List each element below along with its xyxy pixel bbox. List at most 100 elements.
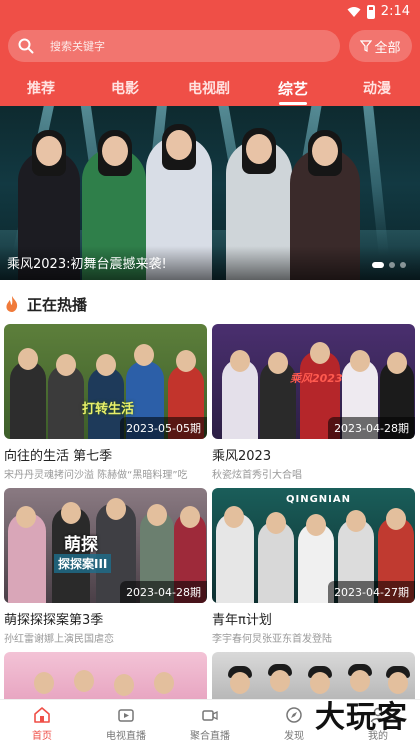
category-tabs: 推荐 电影 电视剧 综艺 动漫	[0, 72, 420, 105]
carousel-dot[interactable]	[400, 262, 406, 268]
app-header: 2:14 搜索关键字 全部 推荐 电影 电视剧 综艺 动漫	[0, 0, 420, 106]
person-face	[266, 512, 286, 534]
carousel-indicator	[372, 262, 406, 268]
nav-aggregate-live-label: 聚合直播	[190, 731, 230, 742]
person-face	[224, 506, 244, 528]
nav-tv-live-label: 电视直播	[106, 731, 146, 742]
show-subtitle: 李宇春何炅张亚东首发登陆	[212, 634, 332, 645]
show-card[interactable]: 打转生活 2023-05-05期 向往的生活 第七季 宋丹丹灵魂拷问沙溢 陈赫做…	[4, 324, 207, 481]
person-face	[18, 348, 38, 370]
show-card[interactable]: 萌探 探探案III 2023-04-28期 萌探探探案第3季 孙红雷谢娜上演民国…	[4, 488, 207, 645]
person-face	[346, 510, 366, 532]
nav-home-label: 首页	[32, 731, 52, 742]
video-icon	[202, 710, 218, 721]
show-logo: QINGNIAN	[286, 494, 351, 505]
person-face	[134, 344, 154, 366]
carousel-dot[interactable]	[389, 262, 395, 268]
person-figure	[10, 361, 46, 439]
performer-face	[36, 136, 62, 166]
person-face	[147, 504, 167, 526]
tab-movie[interactable]: 电影	[95, 78, 155, 98]
episode-badge: 2023-04-27期	[328, 581, 415, 603]
episode-badge: 2023-05-05期	[120, 417, 207, 439]
person-face	[106, 498, 126, 520]
watermark-text: 大玩客	[315, 700, 408, 735]
performer-face	[312, 136, 338, 166]
show-logo-sub: 探探案III	[54, 554, 112, 573]
show-subtitle: 秋瓷炫首秀引大合唱	[212, 470, 302, 481]
person-face	[230, 672, 250, 694]
person-face	[96, 354, 116, 376]
filter-icon	[360, 40, 373, 52]
person-face	[34, 672, 54, 694]
person-face	[16, 506, 36, 528]
search-row: 搜索关键字 全部	[8, 30, 412, 62]
person-face	[56, 354, 76, 376]
episode-badge: 2023-04-28期	[328, 417, 415, 439]
featured-banner[interactable]: 乘风2023:初舞台震撼来袭!	[0, 106, 420, 280]
person-face	[154, 672, 174, 694]
compass-icon	[286, 707, 302, 723]
show-thumbnail: 乘风2023 2023-04-28期	[212, 324, 415, 439]
person-face	[114, 674, 134, 696]
person-face	[270, 670, 290, 692]
person-face	[350, 350, 370, 372]
person-face	[176, 350, 196, 372]
section-header: 正在热播	[5, 292, 87, 316]
status-bar: 2:14	[0, 0, 420, 24]
person-face	[61, 502, 81, 524]
show-thumbnail: 萌探 探探案III 2023-04-28期	[4, 488, 207, 603]
fire-icon	[6, 296, 18, 312]
tab-variety[interactable]: 综艺	[263, 78, 323, 105]
episode-badge: 2023-04-28期	[120, 581, 207, 603]
show-title: 萌探探探案第3季	[4, 613, 104, 628]
nav-home[interactable]: 首页	[0, 706, 84, 742]
status-time: 2:14	[380, 4, 410, 19]
person-face	[310, 672, 330, 694]
show-title: 乘风2023	[212, 449, 272, 464]
show-subtitle: 孙红雷谢娜上演民国虐恋	[4, 634, 114, 645]
person-face	[386, 508, 406, 530]
show-title: 向往的生活 第七季	[4, 449, 113, 464]
person-face	[350, 670, 370, 692]
performer-face	[166, 130, 192, 160]
performer-face	[246, 134, 272, 164]
show-thumbnail: 打转生活 2023-05-05期	[4, 324, 207, 439]
show-logo: 乘风2023	[290, 372, 343, 385]
person-face	[268, 352, 288, 374]
person-figure	[48, 365, 84, 439]
wifi-icon	[347, 6, 361, 17]
tv-icon	[118, 709, 134, 722]
person-face	[74, 670, 94, 692]
show-logo: 萌探	[64, 535, 98, 555]
nav-aggregate-live[interactable]: 聚合直播	[168, 706, 252, 742]
section-title: 正在热播	[27, 295, 88, 314]
performer-face	[102, 136, 128, 166]
nav-tv-live[interactable]: 电视直播	[84, 706, 168, 742]
person-face	[306, 514, 326, 536]
battery-icon	[366, 4, 375, 19]
show-subtitle: 宋丹丹灵魂拷问沙溢 陈赫做“黑暗料理”吃	[4, 470, 188, 481]
banner-caption: 乘风2023:初舞台震撼来袭!	[7, 257, 167, 272]
show-logo: 打转生活	[82, 402, 135, 417]
show-title: 青年π计划	[212, 613, 272, 628]
carousel-dot[interactable]	[372, 262, 384, 268]
filter-all-button[interactable]: 全部	[349, 30, 412, 62]
search-placeholder: 搜索关键字	[50, 40, 105, 53]
search-icon	[18, 38, 34, 54]
status-icons: 2:14	[347, 4, 410, 19]
tab-tv-series[interactable]: 电视剧	[179, 78, 239, 98]
tab-anime[interactable]: 动漫	[347, 78, 407, 98]
search-input[interactable]: 搜索关键字	[8, 30, 340, 62]
person-face	[388, 672, 408, 694]
person-face	[387, 352, 407, 374]
show-card[interactable]	[4, 652, 207, 699]
show-card[interactable]: QINGNIAN 2023-04-27期 青年π计划 李宇春何炅张亚东首发登陆	[212, 488, 415, 645]
filter-all-label: 全部	[374, 40, 401, 56]
person-face	[310, 342, 330, 364]
person-face	[180, 506, 200, 528]
show-card[interactable]: 乘风2023 2023-04-28期 乘风2023 秋瓷炫首秀引大合唱	[212, 324, 415, 481]
tab-recommend[interactable]: 推荐	[11, 78, 71, 98]
home-icon	[34, 707, 50, 723]
show-thumbnail	[4, 652, 207, 699]
